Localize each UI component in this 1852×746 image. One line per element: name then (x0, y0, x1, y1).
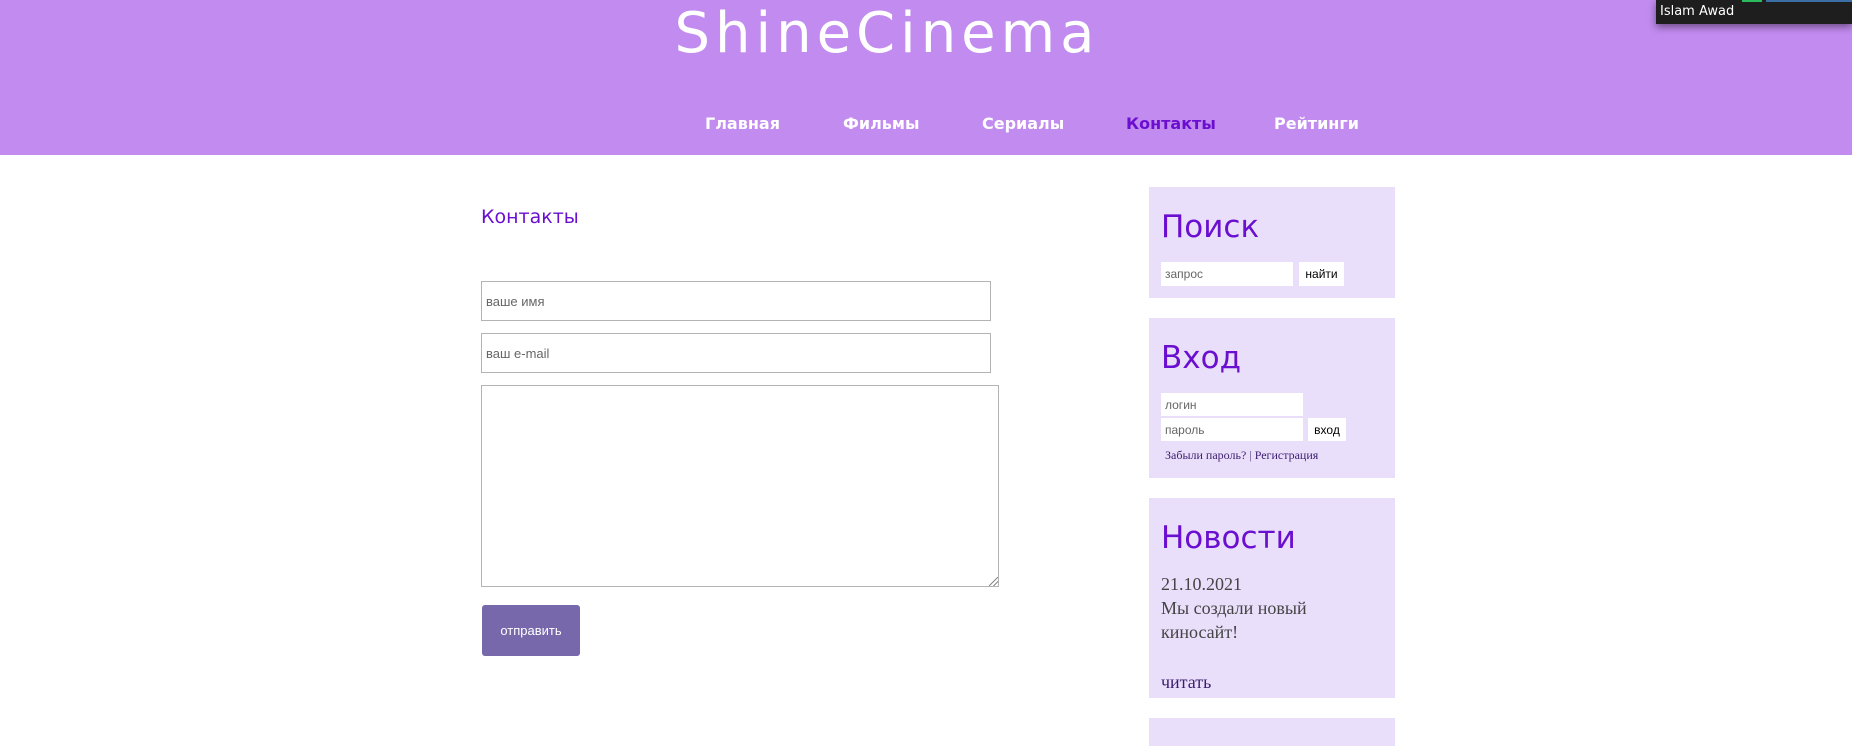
news-text: Мы создали новый киносайт! (1161, 598, 1307, 642)
nav-item-films[interactable]: Фильмы (843, 112, 919, 136)
user-badge[interactable]: Islam Awad (1656, 0, 1852, 24)
email-field[interactable] (481, 333, 991, 373)
search-button[interactable]: найти (1299, 262, 1344, 286)
site-header: ShineCinema Главная Фильмы Сериалы Конта… (0, 0, 1852, 155)
password-field[interactable] (1161, 418, 1303, 441)
user-name: Islam Awad (1660, 4, 1735, 19)
forgot-password-link[interactable]: Забыли пароль? (1165, 448, 1246, 462)
login-button[interactable]: вход (1308, 418, 1346, 441)
name-field[interactable] (481, 281, 991, 321)
nav-item-series[interactable]: Сериалы (982, 112, 1064, 136)
nav-item-home[interactable]: Главная (705, 112, 780, 136)
news-widget-title: Новости (1161, 520, 1296, 556)
resize-grip-icon[interactable] (989, 577, 998, 586)
links-separator: | (1249, 448, 1252, 462)
message-field[interactable] (481, 385, 999, 587)
nav-item-ratings[interactable]: Рейтинги (1274, 112, 1359, 136)
search-widget: Поиск найти (1149, 187, 1395, 298)
register-link[interactable]: Регистрация (1255, 448, 1319, 462)
badge-accent-bar (1742, 0, 1762, 2)
site-title[interactable]: ShineCinema (0, 2, 1774, 66)
login-widget-title: Вход (1161, 340, 1242, 376)
auth-links: Забыли пароль? | Регистрация (1165, 448, 1318, 463)
search-input[interactable] (1161, 262, 1293, 286)
nav-item-contacts[interactable]: Контакты (1126, 112, 1216, 136)
search-widget-title: Поиск (1161, 209, 1260, 245)
login-field[interactable] (1161, 393, 1303, 416)
news-widget: Новости 21.10.2021 Мы создали новый кино… (1149, 498, 1395, 698)
news-date: 21.10.2021 (1161, 574, 1242, 594)
sidebar-widget-partial (1149, 718, 1395, 746)
page-title: Контакты (481, 206, 579, 228)
login-widget: Вход вход Забыли пароль? | Регистрация (1149, 318, 1395, 478)
badge-accent-bar-secondary (1766, 0, 1852, 2)
read-more-link[interactable]: читать (1161, 672, 1211, 693)
submit-button[interactable]: отправить (482, 605, 580, 656)
